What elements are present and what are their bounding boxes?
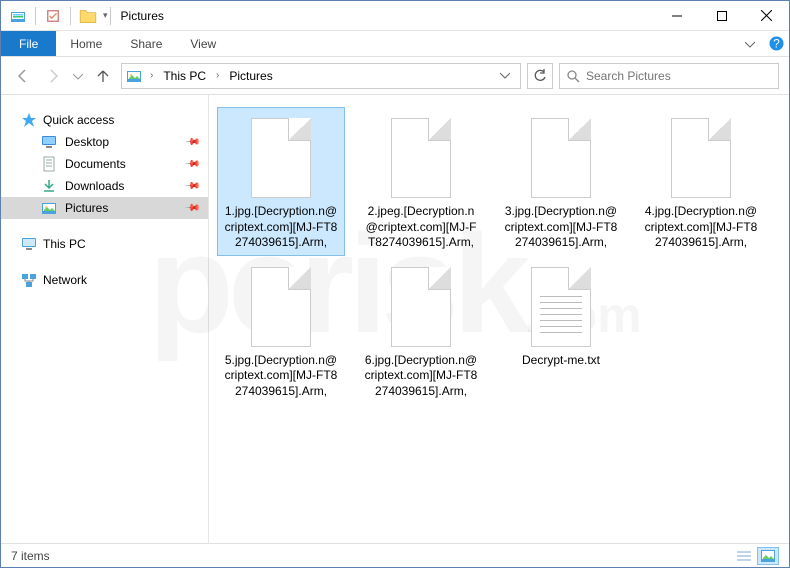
- ribbon-expand-icon[interactable]: [737, 31, 763, 56]
- chevron-right-icon[interactable]: ›: [212, 70, 223, 81]
- sidebar-label: This PC: [43, 237, 86, 251]
- file-item[interactable]: 3.jpg.[Decryption.n@criptext.com][MJ-FT8…: [497, 107, 625, 256]
- network-icon: [21, 272, 37, 288]
- crumb-pictures[interactable]: Pictures: [227, 69, 274, 83]
- item-count: 7 items: [11, 549, 50, 563]
- qat-dropdown-icon[interactable]: ▾: [103, 10, 108, 21]
- sidebar-item-label: Documents: [65, 157, 126, 171]
- sidebar-item-label: Desktop: [65, 135, 109, 149]
- file-name: 2.jpeg.[Decryption.n@criptext.com][MJ-FT…: [362, 204, 480, 251]
- recent-dropdown-icon[interactable]: [71, 64, 85, 88]
- tab-share[interactable]: Share: [116, 31, 176, 56]
- qat-properties-icon[interactable]: [44, 7, 62, 25]
- ribbon: File Home Share View ?: [1, 31, 789, 57]
- maximize-button[interactable]: [699, 1, 744, 31]
- close-button[interactable]: [744, 1, 789, 31]
- file-thumbnail: [661, 112, 741, 200]
- file-tab[interactable]: File: [1, 31, 56, 56]
- address-bar: › This PC › Pictures: [1, 57, 789, 95]
- file-item[interactable]: 4.jpg.[Decryption.n@criptext.com][MJ-FT8…: [637, 107, 765, 256]
- computer-icon: [21, 236, 37, 252]
- file-name: 1.jpg.[Decryption.n@criptext.com][MJ-FT8…: [222, 204, 340, 251]
- sidebar-item-pictures[interactable]: Pictures 📌: [1, 197, 208, 219]
- titlebar: ▾ Pictures: [1, 1, 789, 31]
- pin-icon: 📌: [183, 200, 200, 217]
- pictures-icon: [126, 68, 142, 84]
- crumb-this-pc[interactable]: This PC: [161, 69, 208, 83]
- file-thumbnail: [381, 112, 461, 200]
- folder-icon: [79, 7, 97, 25]
- sidebar-item-label: Pictures: [65, 201, 108, 215]
- details-view-button[interactable]: [733, 547, 755, 565]
- chevron-right-icon[interactable]: ›: [146, 70, 157, 81]
- pin-icon: 📌: [183, 134, 200, 151]
- file-name: 6.jpg.[Decryption.n@criptext.com][MJ-FT8…: [362, 353, 480, 400]
- sidebar-label: Quick access: [43, 113, 114, 127]
- pictures-icon: [41, 200, 57, 216]
- sidebar-item-desktop[interactable]: Desktop 📌: [1, 131, 208, 153]
- minimize-button[interactable]: [654, 1, 699, 31]
- thumbnails-view-button[interactable]: [757, 547, 779, 565]
- search-input[interactable]: [586, 69, 772, 83]
- search-box[interactable]: [559, 63, 779, 89]
- address-dropdown-icon[interactable]: [494, 69, 516, 83]
- back-button[interactable]: [11, 64, 35, 88]
- pin-icon: 📌: [183, 178, 200, 195]
- svg-text:?: ?: [773, 37, 780, 51]
- status-bar: 7 items: [1, 543, 789, 567]
- file-item[interactable]: 2.jpeg.[Decryption.n@criptext.com][MJ-FT…: [357, 107, 485, 256]
- breadcrumb[interactable]: › This PC › Pictures: [121, 63, 521, 89]
- search-icon: [566, 69, 580, 83]
- file-item[interactable]: 5.jpg.[Decryption.n@criptext.com][MJ-FT8…: [217, 256, 345, 405]
- sidebar-this-pc[interactable]: This PC: [1, 233, 208, 255]
- sidebar-item-downloads[interactable]: Downloads 📌: [1, 175, 208, 197]
- desktop-icon: [41, 134, 57, 150]
- up-button[interactable]: [91, 64, 115, 88]
- forward-button[interactable]: [41, 64, 65, 88]
- file-thumbnail: [381, 261, 461, 349]
- help-icon[interactable]: ?: [763, 31, 789, 56]
- file-name: 3.jpg.[Decryption.n@criptext.com][MJ-FT8…: [502, 204, 620, 251]
- tab-home[interactable]: Home: [56, 31, 116, 56]
- file-thumbnail: [521, 112, 601, 200]
- file-item[interactable]: Decrypt-me.txt: [497, 256, 625, 405]
- file-pane[interactable]: 1.jpg.[Decryption.n@criptext.com][MJ-FT8…: [209, 95, 789, 543]
- refresh-button[interactable]: [527, 63, 553, 89]
- sidebar-quick-access[interactable]: Quick access: [1, 109, 208, 131]
- downloads-icon: [41, 178, 57, 194]
- file-thumbnail: [521, 261, 601, 349]
- file-thumbnail: [241, 112, 321, 200]
- file-item[interactable]: 6.jpg.[Decryption.n@criptext.com][MJ-FT8…: [357, 256, 485, 405]
- file-name: 5.jpg.[Decryption.n@criptext.com][MJ-FT8…: [222, 353, 340, 400]
- file-name: Decrypt-me.txt: [522, 353, 600, 369]
- documents-icon: [41, 156, 57, 172]
- tab-view[interactable]: View: [176, 31, 230, 56]
- file-name: 4.jpg.[Decryption.n@criptext.com][MJ-FT8…: [642, 204, 760, 251]
- star-icon: [21, 112, 37, 128]
- sidebar-network[interactable]: Network: [1, 269, 208, 291]
- file-thumbnail: [241, 261, 321, 349]
- sidebar-item-label: Downloads: [65, 179, 124, 193]
- pin-icon: 📌: [183, 156, 200, 173]
- file-item[interactable]: 1.jpg.[Decryption.n@criptext.com][MJ-FT8…: [217, 107, 345, 256]
- sidebar-item-documents[interactable]: Documents 📌: [1, 153, 208, 175]
- app-icon: [9, 7, 27, 25]
- sidebar: Quick access Desktop📌Documents📌Downloads…: [1, 95, 209, 543]
- window-title: Pictures: [121, 9, 164, 23]
- sidebar-label: Network: [43, 273, 87, 287]
